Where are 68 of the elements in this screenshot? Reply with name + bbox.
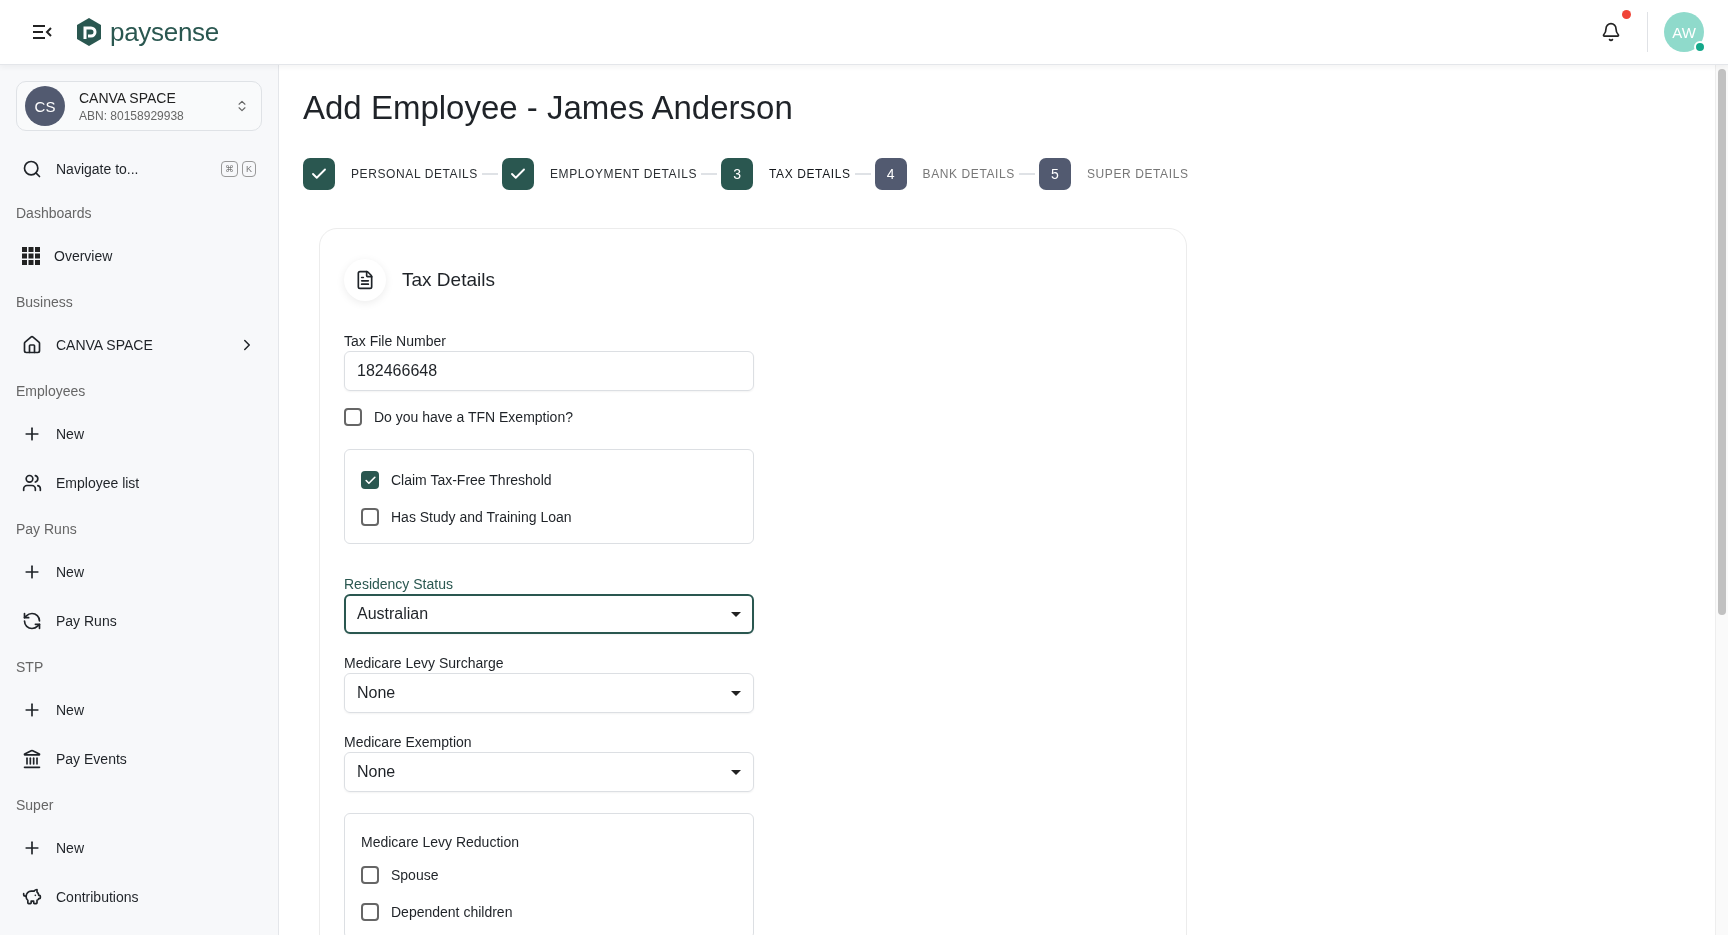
select-field[interactable]: None [344, 752, 754, 792]
step-indicator: 3 [721, 158, 754, 190]
step-indicator: 4 [874, 158, 907, 190]
checkbox-label: Spouse [391, 867, 439, 883]
field-label: Tax File Number [344, 333, 447, 349]
grid-icon [22, 246, 40, 265]
card-title: Tax Details [402, 269, 495, 291]
search-field[interactable]: Navigate to... [56, 161, 139, 177]
notification-bell-icon[interactable] [1601, 22, 1621, 42]
field-label: Medicare Levy Surcharge [344, 655, 505, 671]
checkbox[interactable] [361, 471, 379, 489]
piggy-bank-icon [22, 886, 42, 907]
nav-item[interactable]: CANVA SPACE [16, 326, 262, 363]
step-label: EMPLOYMENT DETAILS [550, 167, 698, 181]
account-abn: ABN: 80158929938 [79, 108, 185, 123]
nav-item[interactable]: Employee list [16, 464, 262, 501]
bank-icon [22, 748, 42, 769]
step-label: TAX DETAILS [769, 167, 851, 181]
checkbox[interactable] [361, 866, 379, 884]
checkbox[interactable] [361, 508, 379, 526]
document-icon [344, 259, 386, 301]
caret-icon [731, 690, 741, 696]
caret-icon [731, 769, 741, 775]
select-field[interactable]: Australian [344, 594, 754, 634]
menu-icon[interactable] [32, 25, 52, 39]
group-title: Medicare Levy Reduction [361, 834, 520, 850]
page-title: Add Employee - James Anderson [303, 89, 794, 127]
nav-item[interactable]: New [16, 691, 262, 728]
logo-text: paysense [110, 16, 219, 48]
checkbox-label: Dependent children [391, 904, 513, 920]
step-label: SUPER DETAILS [1086, 167, 1189, 181]
nav-item[interactable]: Pay Events [16, 740, 262, 777]
checkbox-label: Has Study and Training Loan [391, 509, 572, 525]
shortcut-key: K [242, 161, 256, 177]
step-label: BANK DETAILS [922, 167, 1015, 181]
nav-section-title: Pay Runs [16, 521, 78, 537]
nav-item[interactable]: Contributions [16, 878, 262, 915]
shortcut-key: ⌘ [221, 161, 238, 177]
nav-item[interactable]: New [16, 415, 262, 452]
select-field[interactable]: None [344, 673, 754, 713]
checkbox-label: Do you have a TFN Exemption? [374, 409, 573, 425]
nav-section-title: Super [16, 797, 55, 813]
home-icon [22, 334, 42, 355]
nav-section-title: Employees [16, 383, 87, 399]
logo-icon [76, 17, 102, 47]
field-label: Residency Status [344, 576, 454, 592]
scrollbar-thumb[interactable] [1718, 69, 1726, 615]
caret-icon [731, 611, 741, 617]
users-icon [22, 472, 42, 493]
account-avatar: CS [25, 86, 65, 126]
nav-item[interactable]: New [16, 829, 262, 866]
search-icon [22, 159, 42, 179]
field-label: Medicare Exemption [344, 734, 473, 750]
checkbox-label: Claim Tax-Free Threshold [391, 472, 552, 488]
check-icon [363, 473, 377, 487]
nav-item[interactable]: Pay Runs [16, 602, 262, 639]
step-label: PERSONAL DETAILS [351, 167, 478, 181]
checkbox[interactable] [361, 903, 379, 921]
checkbox[interactable] [344, 408, 362, 426]
input-field[interactable]: 182466648 [344, 351, 754, 391]
nav-item[interactable]: Overview [16, 237, 262, 274]
step-indicator: 5 [1038, 158, 1071, 190]
nav-section-title: STP [16, 659, 45, 675]
account-name: CANVA SPACE [79, 89, 177, 106]
nav-section-title: Dashboards [16, 205, 93, 221]
nav-item[interactable]: New [16, 553, 262, 590]
nav-section-title: Business [16, 294, 74, 310]
account-switcher[interactable]: CS CANVA SPACE ABN: 80158929938 [16, 81, 262, 131]
